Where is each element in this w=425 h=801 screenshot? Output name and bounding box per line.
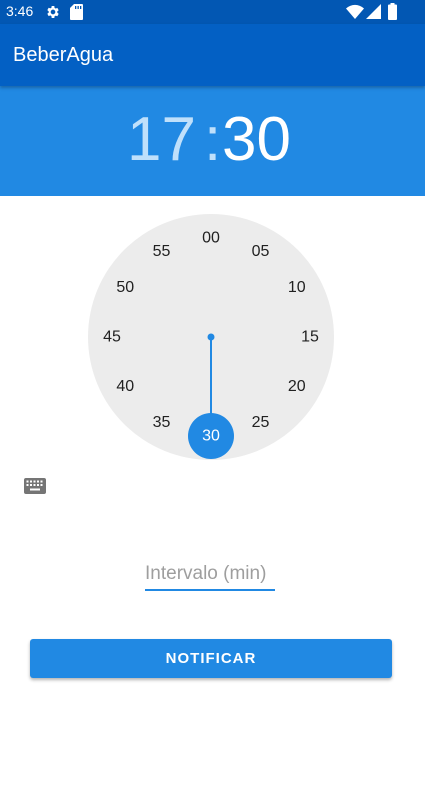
interval-field[interactable] <box>145 561 275 591</box>
time-separator: : <box>204 105 222 174</box>
keyboard-icon[interactable] <box>24 478 46 494</box>
hour-display[interactable]: 17 <box>127 108 196 172</box>
time-header: 17 : 30 <box>0 86 425 196</box>
dial-label-35[interactable]: 35 <box>153 414 171 431</box>
battery-icon <box>388 3 397 20</box>
dial-label-55[interactable]: 55 <box>153 243 171 260</box>
status-bar: 3:46 <box>0 0 425 24</box>
app-title: BeberAgua <box>13 44 114 66</box>
dial-label-00[interactable]: 00 <box>202 230 220 247</box>
clock-center-dot <box>207 333 215 341</box>
settings-icon <box>47 6 59 18</box>
dial-label-05[interactable]: 05 <box>252 243 270 260</box>
dial-label-40[interactable]: 40 <box>116 378 134 395</box>
dial-label-50[interactable]: 50 <box>116 279 134 296</box>
dial-label-30[interactable]: 30 <box>202 428 220 445</box>
app-bar: BeberAgua <box>0 24 425 86</box>
clock-dial[interactable]: 00 05 10 15 20 25 30 35 40 45 50 55 <box>88 214 334 460</box>
interval-input[interactable] <box>145 561 275 587</box>
notify-button[interactable]: NOTIFICAR <box>30 639 392 678</box>
wifi-icon <box>346 4 364 19</box>
dial-label-10[interactable]: 10 <box>288 279 306 296</box>
dial-label-45[interactable]: 45 <box>103 329 121 346</box>
signal-icon <box>366 4 381 19</box>
sd-card-icon <box>70 4 83 20</box>
dial-label-15[interactable]: 15 <box>301 329 319 346</box>
dial-label-25[interactable]: 25 <box>252 414 270 431</box>
dial-label-20[interactable]: 20 <box>288 378 306 395</box>
status-time: 3:46 <box>6 3 34 19</box>
clock-dial-graphic: 00 05 10 15 20 25 30 35 40 45 50 55 <box>103 230 319 459</box>
minute-display[interactable]: 30 <box>222 108 291 172</box>
